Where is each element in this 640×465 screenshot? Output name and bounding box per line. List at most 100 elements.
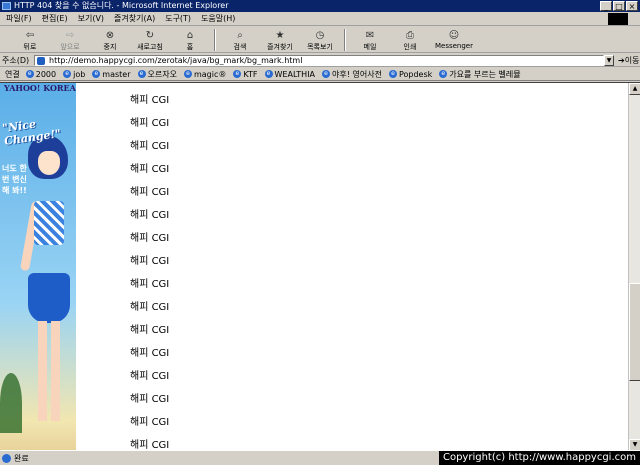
link-item[interactable]: e WEALTHIA (264, 69, 316, 79)
mail-label: 메일 (363, 43, 377, 51)
forward-button[interactable]: ⇨ 앞으로 (50, 27, 90, 52)
favorites-button[interactable]: ★ 즐겨찾기 (260, 27, 300, 52)
printer-icon: ⎙ (406, 29, 414, 41)
messenger-icon: ☺ (448, 29, 460, 41)
print-button[interactable]: ⎙ 인쇄 (390, 27, 430, 52)
stop-icon: ⊗ (105, 29, 115, 41)
link-item[interactable]: e job (63, 70, 85, 79)
back-button[interactable]: ⇦ 뒤로 (10, 27, 50, 52)
title-bar: HTTP 404 찾을 수 없습니다. - Microsoft Internet… (0, 0, 640, 12)
menu-tools[interactable]: 도구(T) (165, 13, 191, 24)
mail-button[interactable]: ✉ 메일 (350, 27, 390, 52)
search-label: 검색 (233, 43, 247, 51)
yahoo-ad-banner[interactable]: YAHOO! KOREA "Nice Change!" 너도 한 번 변신해 봐… (0, 83, 76, 450)
content-text-row: 해피 CGI (130, 417, 170, 428)
go-label: 이동 (624, 55, 640, 65)
links-label: 연결 (5, 69, 20, 79)
content-text-row: 해피 CGI (130, 325, 170, 336)
link-item[interactable]: e magic® (183, 70, 226, 79)
ie-page-icon: e (92, 70, 101, 78)
address-bar: 주소(D) http://demo.happycgi.com/zerotak/j… (0, 54, 640, 67)
link-item[interactable]: e KTF (233, 70, 258, 79)
ie-page-icon: e (63, 70, 72, 78)
ie-page-icon (2, 453, 11, 463)
character-face (38, 151, 60, 175)
content-text-row: 해피 CGI (130, 210, 170, 221)
menu-view[interactable]: 보기(V) (78, 13, 104, 24)
scroll-down-button[interactable]: ▼ (629, 439, 640, 450)
close-button[interactable]: × (626, 1, 638, 11)
content-text-row: 해피 CGI (130, 141, 170, 152)
ie-page-icon: e (264, 70, 273, 78)
print-label: 인쇄 (403, 43, 417, 51)
ie-page-icon: e (137, 70, 146, 78)
banner-slogan: "Nice Change!" (1, 117, 62, 148)
toolbar-separator (344, 29, 346, 51)
maximize-button[interactable]: □ (613, 1, 625, 11)
ie-page-icon: e (388, 70, 397, 78)
home-label: 홈 (186, 43, 194, 51)
favorites-label: 즐겨찾기 (267, 43, 293, 51)
ie-page-icon: e (233, 70, 242, 78)
address-dropdown-button[interactable]: ▼ (604, 54, 614, 66)
character-top (34, 201, 64, 245)
menu-edit[interactable]: 편집(E) (42, 13, 68, 24)
menu-file[interactable]: 파일(F) (6, 13, 32, 24)
content-text-row: 해피 CGI (130, 233, 170, 244)
search-button[interactable]: ⌕ 검색 (220, 27, 260, 52)
content-text-row: 해피 CGI (130, 348, 170, 359)
standard-toolbar: ⇦ 뒤로 ⇨ 앞으로 ⊗ 중지 ↻ 새로고침 ⌂ 홈 ⌕ 검색 ★ 즐겨찾기 ◷… (0, 27, 640, 53)
refresh-icon: ↻ (145, 29, 155, 41)
minimize-button[interactable]: _ (600, 1, 612, 11)
palm-tree-graphic (0, 373, 22, 433)
yahoo-logo: YAHOO! KOREA (4, 83, 76, 93)
window-title: HTTP 404 찾을 수 없습니다. - Microsoft Internet… (14, 1, 229, 10)
link-item[interactable]: e Popdesk (388, 69, 433, 79)
page-viewport: YAHOO! KOREA "Nice Change!" 너도 한 번 변신해 봐… (0, 82, 640, 450)
back-arrow-icon: ⇦ (25, 29, 35, 41)
content-text-row: 해피 CGI (130, 371, 170, 382)
menu-bar: 파일(F) 편집(E) 보기(V) 즐겨찾기(A) 도구(T) 도움말(H) (0, 12, 640, 26)
messenger-label: Messenger (434, 42, 473, 50)
go-button[interactable]: ➔이동 (618, 55, 639, 66)
windows-logo-icon (608, 13, 628, 25)
link-item[interactable]: e 2000 (25, 69, 57, 79)
page-icon (37, 56, 45, 65)
link-item[interactable]: e 야후! 영어사전 (322, 69, 382, 80)
stop-label: 중지 (103, 43, 117, 51)
home-button[interactable]: ⌂ 홈 (170, 27, 210, 52)
link-label: job (73, 69, 86, 79)
forward-label: 앞으로 (60, 43, 80, 51)
history-icon: ◷ (315, 29, 325, 41)
page-content: 해피 CGI 해피 CGI 해피 CGI 해피 CGI 해피 CGI 해피 CGI 해피 C… (76, 83, 628, 450)
link-label: 가요를 부르는 벨레뮬 (449, 69, 521, 79)
menu-help[interactable]: 도움말(H) (201, 13, 235, 24)
content-text-row: 해피 CGI (130, 394, 170, 405)
messenger-button[interactable]: ☺ Messenger (430, 27, 478, 51)
home-icon: ⌂ (186, 29, 194, 41)
scroll-up-button[interactable]: ▲ (629, 83, 640, 95)
address-url: http://demo.happycgi.com/zerotak/java/bg… (49, 55, 303, 65)
scroll-thumb[interactable] (629, 283, 640, 381)
link-label: Popdesk (398, 69, 433, 79)
link-item[interactable]: e 가요를 부르는 벨레뮬 (439, 69, 521, 80)
ie-page-icon: e (322, 70, 331, 78)
content-text-row: 해피 CGI (130, 302, 170, 313)
link-label: 2000 (35, 69, 57, 79)
back-label: 뒤로 (23, 43, 37, 51)
history-button[interactable]: ◷ 목록보기 (300, 27, 340, 52)
content-text-row: 해피 CGI (130, 440, 170, 450)
link-label: WEALTHIA (274, 69, 316, 79)
link-item[interactable]: e master (92, 70, 131, 79)
content-text-row: 해피 CGI (130, 187, 170, 198)
character-skirt (28, 273, 70, 323)
link-item[interactable]: e 오르자오 (137, 69, 177, 80)
vertical-scrollbar[interactable]: ▲ ▼ (628, 83, 640, 450)
toolbar-separator (214, 29, 216, 51)
address-input[interactable]: http://demo.happycgi.com/zerotak/java/bg… (34, 54, 604, 66)
menu-favorites[interactable]: 즐겨찾기(A) (114, 13, 155, 24)
mail-icon: ✉ (365, 29, 375, 41)
stop-button[interactable]: ⊗ 중지 (90, 27, 130, 52)
refresh-button[interactable]: ↻ 새로고침 (130, 27, 170, 52)
window-controls: _ □ × (600, 1, 638, 11)
